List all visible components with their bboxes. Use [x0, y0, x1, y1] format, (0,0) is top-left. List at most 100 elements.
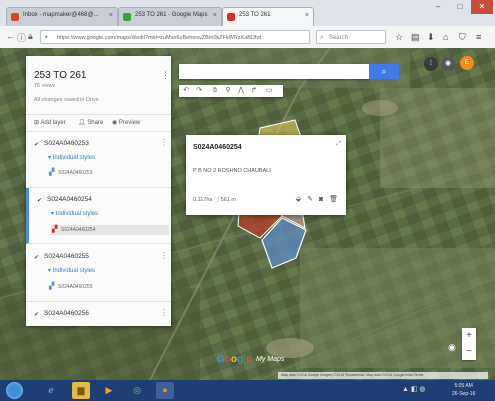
- delete-icon[interactable]: 🗑︎: [329, 196, 338, 203]
- info-icon[interactable]: ⓘ: [17, 31, 26, 44]
- window-close-button[interactable]: ✕: [471, 0, 493, 14]
- my-location-icon[interactable]: ◉: [448, 342, 456, 353]
- layer-item[interactable]: ✔ S024A0460255 ⋮ ▾ Individual styles ▞ S…: [26, 245, 171, 302]
- layer-item[interactable]: ✔ S024A0460256 ⋮: [26, 302, 171, 326]
- feature-icon: ▞: [49, 169, 55, 176]
- tab-label: 253 TO 261 - Google Maps: [135, 12, 208, 18]
- layer-item[interactable]: ✔ S024A0460253 ⋮ ▾ Individual styles ▞ S…: [26, 132, 171, 188]
- feature-label: S024A0460254: [61, 227, 96, 233]
- tab-gmail[interactable]: Inbox - mapmaker@468@... ×: [6, 7, 118, 26]
- feature-item[interactable]: ▞ S024A0460255: [48, 282, 166, 292]
- chrome-icon[interactable]: ◎: [128, 382, 146, 399]
- preview-button[interactable]: ◉ Preview: [112, 119, 140, 126]
- map-attribution[interactable]: Map data ©2016 Google Imagery ©2016 Terr…: [278, 372, 488, 379]
- feature-item-selected[interactable]: ▞ S024A0460254: [51, 225, 169, 235]
- start-button[interactable]: [6, 382, 23, 399]
- tab-google-maps[interactable]: 253 TO 261 - Google Maps ×: [118, 7, 222, 26]
- preview-label: Preview: [118, 120, 141, 126]
- ruler-icon[interactable]: ▭: [263, 85, 275, 97]
- layer-name[interactable]: S024A0460253: [44, 140, 89, 147]
- add-layer-button[interactable]: ⊞ Add layer: [34, 119, 66, 126]
- camera-icon[interactable]: ◙: [319, 196, 323, 203]
- feature-icon: ▞: [52, 226, 58, 233]
- folder-icon[interactable]: ▆: [72, 382, 90, 399]
- apps-icon[interactable]: ⁞: [424, 57, 438, 71]
- layer-style-link[interactable]: ▾ Individual styles: [51, 210, 98, 217]
- taskbar-clock[interactable]: 5:05 AM 26-Sep-16: [452, 382, 475, 398]
- expand-icon[interactable]: ⤢: [336, 141, 341, 148]
- redo-icon[interactable]: ↷: [193, 85, 205, 97]
- browser-search-input[interactable]: ⌕ Search: [316, 30, 386, 44]
- layer-name[interactable]: S024A0460254: [47, 196, 92, 203]
- zoom-in-button[interactable]: +: [462, 328, 476, 344]
- checkbox[interactable]: ✔: [34, 141, 39, 148]
- media-player-icon[interactable]: ▶: [100, 382, 118, 399]
- layer-style-link[interactable]: ▾ Individual styles: [48, 154, 95, 161]
- share-button[interactable]: 👤︎ Share: [78, 119, 103, 126]
- layer-menu-icon[interactable]: ⋮: [160, 308, 168, 317]
- tab-my-maps[interactable]: 253 TO 261 ×: [222, 7, 314, 26]
- firefox-icon[interactable]: ●: [156, 382, 174, 399]
- url-text: https://www.google.com/maps/d/edit?mid=z…: [57, 35, 262, 41]
- browser-nav-bar: ← ⓘ 🔒︎ ▪ https://www.google.com/maps/d/e…: [0, 26, 495, 49]
- share-label: Share: [87, 120, 104, 126]
- system-tray[interactable]: ▲ ◧ ◍: [402, 385, 426, 393]
- menu-icon[interactable]: ≡: [476, 32, 481, 42]
- feature-measurement: 0.117ha ⬚ 561 m: [193, 197, 237, 203]
- home-icon[interactable]: ⌂: [443, 32, 448, 42]
- windows-taskbar: ℯ ▆ ▶ ◎ ● ▲ ◧ ◍ 5:05 AM 26-Sep-16: [0, 380, 495, 401]
- marker-icon[interactable]: ⚲: [222, 85, 234, 97]
- notifications-icon[interactable]: ◉: [441, 57, 455, 71]
- map-search-button[interactable]: ⌕: [369, 64, 399, 79]
- search-placeholder: Search: [329, 35, 349, 41]
- layer-menu-icon[interactable]: ⋮: [160, 251, 168, 260]
- undo-icon[interactable]: ↶: [180, 85, 192, 97]
- more-options-icon[interactable]: ⋮: [161, 70, 170, 81]
- map-search-input[interactable]: [179, 64, 369, 79]
- mymaps-icon: [227, 13, 235, 21]
- close-icon[interactable]: ×: [305, 12, 309, 19]
- shield-icon[interactable]: ⛉: [459, 32, 466, 43]
- star-icon[interactable]: ☆: [395, 32, 403, 43]
- feature-label: S024A0460255: [58, 284, 93, 290]
- minimize-button[interactable]: –: [427, 0, 449, 14]
- close-icon[interactable]: ×: [109, 12, 113, 19]
- layer-name[interactable]: S024A0460255: [44, 253, 89, 260]
- layer-item[interactable]: ✔ S024A0460254 ▾ Individual styles ▞ S02…: [26, 188, 171, 244]
- style-label: Individual styles: [55, 211, 99, 217]
- address-bar[interactable]: ▪ https://www.google.com/maps/d/edit?mid…: [40, 30, 310, 44]
- paint-icon: ▾: [48, 155, 52, 161]
- maximize-button[interactable]: □: [449, 0, 471, 14]
- search-icon: ⌕: [381, 66, 387, 76]
- add-layer-label: Add layer: [40, 120, 66, 126]
- map-views: 75 views: [34, 83, 56, 89]
- checkbox[interactable]: ✔: [37, 197, 42, 204]
- ie-icon[interactable]: ℯ: [42, 382, 60, 399]
- zoom-out-button[interactable]: −: [462, 344, 476, 360]
- hand-icon[interactable]: ✋︎: [209, 85, 221, 97]
- directions-icon[interactable]: ↱: [248, 85, 260, 97]
- style-label: Individual styles: [52, 155, 96, 161]
- edit-icon[interactable]: ✎: [307, 196, 313, 203]
- layer-style-link[interactable]: ▾ Individual styles: [48, 267, 95, 274]
- style-icon[interactable]: ⬙: [296, 196, 301, 203]
- avatar[interactable]: E: [460, 56, 474, 70]
- draw-line-icon[interactable]: ⋀: [235, 85, 247, 97]
- download-icon[interactable]: ⬇: [427, 32, 435, 43]
- checkbox[interactable]: ✔: [34, 254, 39, 261]
- map-title[interactable]: 253 TO 261: [34, 70, 86, 81]
- feature-description: P B NO 2 ROSHNO CHAUBALI: [193, 168, 271, 174]
- close-icon[interactable]: ×: [213, 12, 217, 19]
- popup-actions: ⬙ ✎ ◙ 🗑︎: [292, 195, 338, 203]
- feature-info-popup: S024A0460254 ⤢ P B NO 2 ROSHNO CHAUBALI …: [186, 135, 346, 215]
- layer-name[interactable]: S024A0460256: [44, 310, 89, 317]
- layer-menu-icon[interactable]: ⋮: [160, 138, 168, 147]
- clock-date: 26-Sep-16: [452, 391, 476, 397]
- checkbox[interactable]: ✔: [34, 311, 39, 318]
- back-icon[interactable]: ←: [6, 31, 15, 41]
- feature-item[interactable]: ▞ S024A0460253: [48, 168, 166, 178]
- reading-list-icon[interactable]: ▤: [411, 32, 420, 43]
- gmail-icon: [11, 13, 19, 21]
- layers-panel: 253 TO 261 75 views All changes saved in…: [26, 56, 171, 326]
- map-toolbar: ↶ ↷ ✋︎ ⚲ ⋀ ↱ ▭: [179, 85, 283, 97]
